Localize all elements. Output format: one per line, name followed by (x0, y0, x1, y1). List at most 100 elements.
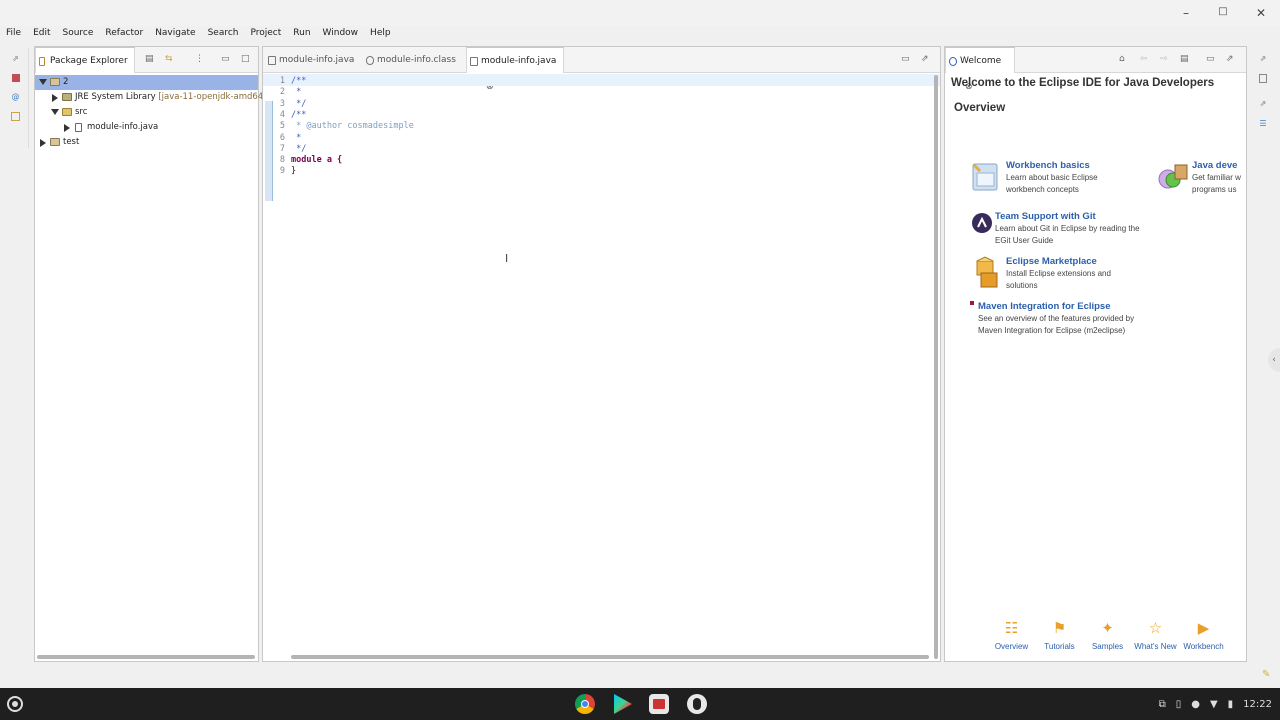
notification-icon[interactable]: ● (1191, 699, 1200, 710)
menu-project[interactable]: Project (244, 27, 287, 43)
task-list-icon[interactable] (1259, 74, 1267, 83)
tab-welcome[interactable]: Welcome ⊗ (945, 47, 1015, 92)
home-icon[interactable]: ⌂ (1119, 54, 1125, 64)
workbench-basics-link[interactable]: Workbench basics Learn about basic Eclip… (1006, 160, 1126, 195)
javadoc-icon[interactable]: @ (9, 92, 23, 102)
restore-icon[interactable]: ⇗ (1256, 54, 1270, 64)
expand-icon[interactable] (39, 79, 47, 85)
system-tray[interactable]: ⧉ ▯ ● ▼ ▮ 12:22 (1149, 688, 1272, 720)
code-editor[interactable]: 1 /** 2 * 3 */ 4 /** 5 * @author cosmadesi… (263, 74, 940, 661)
restore-view-icon[interactable]: ⇗ (1226, 54, 1234, 64)
tab-module-info-java-1[interactable]: module-info.java (265, 47, 361, 73)
restore-view-icon[interactable]: ⇗ (921, 54, 929, 64)
link-title: Maven Integration for Eclipse (978, 301, 1111, 312)
tree-item-project-2[interactable]: 2 (35, 75, 258, 90)
nav-tutorials[interactable]: ⚑ Tutorials (1037, 619, 1082, 651)
expand-icon[interactable] (52, 94, 58, 102)
menu-edit[interactable]: Edit (27, 27, 56, 43)
restore-icon[interactable]: ⇗ (1256, 99, 1270, 109)
menu-bar: File Edit Source Refactor Navigate Searc… (0, 27, 397, 43)
horizontal-scrollbar[interactable] (37, 655, 255, 659)
vertical-scrollbar[interactable] (934, 75, 938, 659)
current-line-highlight (263, 74, 940, 86)
welcome-bottom-nav: ☷ Overview ⚑ Tutorials ✦ Samples ☆ What'… (989, 619, 1229, 651)
nav-overview[interactable]: ☷ Overview (989, 619, 1034, 651)
declaration-icon[interactable] (11, 112, 20, 121)
link-description: Learn about basic Eclipse workbench conc… (1006, 173, 1098, 194)
play-store-icon[interactable] (614, 694, 632, 714)
terminal-icon[interactable] (649, 694, 669, 714)
minimize-view-icon[interactable]: ▭ (901, 54, 910, 64)
view-menu-icon[interactable]: ⋮ (195, 54, 204, 64)
workbench-basics-icon (970, 161, 998, 191)
expand-icon[interactable] (40, 139, 46, 147)
tab-module-info-class[interactable]: module-info.class (363, 47, 463, 73)
project-icon (50, 138, 60, 146)
welcome-tabbar: Welcome ⊗ ⌂ ⇦ ⇨ ▤ ▭ ⇗ (945, 47, 1246, 92)
line-text: module a { (291, 155, 343, 166)
eclipse-marketplace-link[interactable]: Eclipse Marketplace Install Eclipse exte… (1006, 256, 1141, 291)
back-icon[interactable]: ⇦ (1140, 54, 1148, 64)
nav-label: Samples (1091, 642, 1124, 651)
menu-navigate[interactable]: Navigate (149, 27, 201, 43)
phone-hub-icon[interactable]: ▯ (1176, 699, 1182, 710)
forward-icon[interactable]: ⇨ (1160, 54, 1168, 64)
expand-icon[interactable] (64, 124, 70, 132)
tab-package-explorer[interactable]: Package Explorer ⊗ (35, 47, 135, 92)
customize-icon[interactable]: ▤ (1180, 54, 1189, 64)
nav-whats-new[interactable]: ☆ What's New (1133, 619, 1178, 651)
menu-source[interactable]: Source (57, 27, 100, 43)
lightbulb-icon[interactable]: ✎ (1262, 669, 1270, 680)
collapse-all-icon[interactable]: ▤ (145, 54, 154, 64)
nav-label: What's New (1134, 642, 1177, 651)
line-number: 5 (279, 121, 285, 132)
tree-item-src[interactable]: src (35, 105, 258, 120)
nav-label: Tutorials (1044, 642, 1075, 651)
marketplace-icon (973, 255, 1001, 288)
nav-label: Workbench (1183, 642, 1224, 651)
menu-run[interactable]: Run (287, 27, 316, 43)
maximize-view-icon[interactable]: □ (241, 54, 250, 64)
java-development-link[interactable]: Java deve Get familiar w programs us (1192, 160, 1246, 195)
editor-pane: module-info.java module-info.class modul… (262, 46, 941, 662)
linux-penguin-icon[interactable] (687, 694, 707, 714)
chrome-icon[interactable] (575, 694, 595, 714)
nav-samples[interactable]: ✦ Samples (1085, 619, 1130, 651)
menu-help[interactable]: Help (364, 27, 397, 43)
team-support-git-link[interactable]: Team Support with Git Learn about Git in… (995, 211, 1140, 246)
minimize-button[interactable]: – (1177, 6, 1195, 20)
screen-capture-icon[interactable]: ⧉ (1159, 699, 1166, 710)
tree-item-test[interactable]: test (35, 135, 258, 150)
welcome-subtitle: Overview (954, 102, 1006, 114)
launcher-button[interactable] (7, 696, 23, 712)
nav-workbench[interactable]: ▶ Workbench (1181, 619, 1226, 651)
tab-label: module-info.java (279, 55, 355, 65)
outline-view-icon[interactable]: ☰ (1256, 119, 1270, 129)
maximize-button[interactable]: □ (1214, 6, 1232, 17)
close-button[interactable]: ✕ (1252, 6, 1270, 20)
outline-icon[interactable] (11, 74, 20, 82)
link-title: Eclipse Marketplace (1006, 256, 1097, 267)
tree-item-module-info[interactable]: module-info.java (35, 120, 258, 135)
menu-window[interactable]: Window (317, 27, 365, 43)
line-number: 8 (279, 155, 285, 166)
link-description: Get familiar w programs us (1192, 173, 1241, 194)
menu-file[interactable]: File (0, 27, 27, 43)
tab-label: module-info.class (377, 55, 456, 65)
restore-icon[interactable]: ⇗ (9, 54, 23, 64)
side-panel-handle[interactable]: ‹ (1268, 348, 1280, 372)
clock[interactable]: 12:22 (1243, 699, 1272, 710)
minimize-view-icon[interactable]: ▭ (1206, 54, 1215, 64)
menu-refactor[interactable]: Refactor (99, 27, 149, 43)
battery-icon: ▮ (1227, 698, 1234, 710)
tree-item-jre-library[interactable]: JRE System Library [java-11-openjdk-amd6… (35, 90, 267, 105)
maven-integration-link[interactable]: Maven Integration for Eclipse See an ove… (978, 301, 1143, 336)
tab-module-info-java-active[interactable]: module-info.java ⊗ (466, 47, 564, 92)
expand-icon[interactable] (51, 109, 59, 115)
link-with-editor-icon[interactable]: ⇆ (165, 54, 173, 64)
java-file-icon (268, 56, 276, 65)
project-tree: 2 JRE System Library [java-11-openjdk-am… (35, 74, 267, 150)
menu-search[interactable]: Search (202, 27, 245, 43)
minimize-view-icon[interactable]: ▭ (221, 54, 230, 64)
horizontal-scrollbar[interactable] (291, 655, 929, 659)
